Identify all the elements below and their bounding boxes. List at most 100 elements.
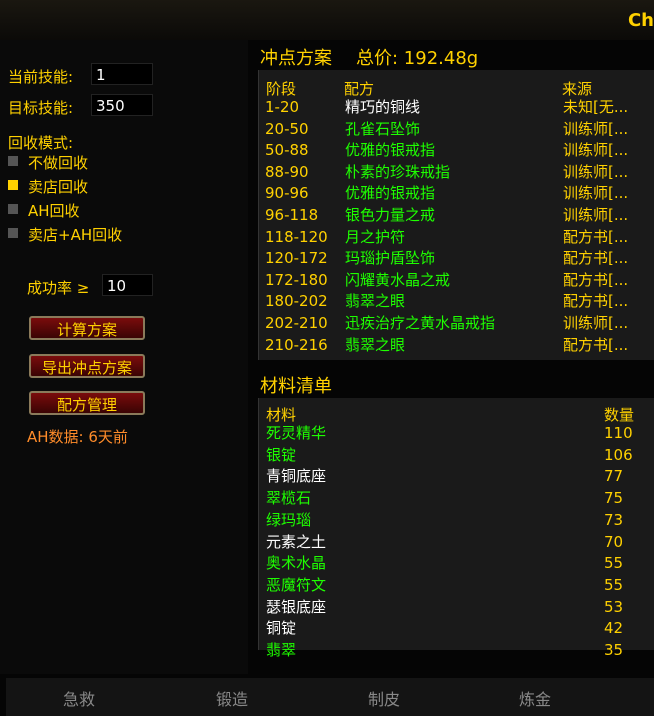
target-skill-label: 目标技能:: [8, 99, 74, 117]
plan-recipe: 翡翠之眼: [345, 292, 406, 311]
plan-row[interactable]: 118-120 月之护符 配方书[...: [265, 226, 654, 248]
material-name: 银锭: [266, 445, 297, 464]
plan-source: 训练师[...: [563, 184, 629, 203]
material-name: 元素之土: [266, 532, 327, 551]
plan-stage: 90-96: [265, 184, 309, 203]
plan-source: 训练师[...: [563, 206, 629, 224]
material-qty: 55: [604, 575, 624, 594]
material-row[interactable]: 元素之土 70: [266, 531, 654, 553]
calculate-plan-button[interactable]: 计算方案: [29, 316, 145, 340]
recycle-option-label: 卖店+AH回收: [28, 226, 123, 244]
plan-source: 配方书[...: [563, 227, 629, 246]
material-name: 绿玛瑙: [266, 510, 312, 529]
plan-recipe: 精巧的铜线: [345, 98, 421, 116]
material-qty: 75: [604, 489, 624, 508]
current-skill-label: 当前技能:: [8, 68, 74, 86]
material-qty: 35: [604, 641, 624, 659]
radio-box-icon[interactable]: [8, 180, 18, 190]
recycle-option-label: 卖店回收: [28, 178, 89, 196]
material-name: 恶魔符文: [266, 575, 327, 594]
target-skill-input[interactable]: 350: [91, 94, 153, 116]
material-row[interactable]: 瑟银底座 53: [266, 596, 654, 618]
material-qty: 77: [604, 467, 624, 486]
plan-stage: 120-172: [265, 249, 328, 268]
plan-recipe: 优雅的银戒指: [345, 141, 436, 160]
plan-stage: 50-88: [265, 141, 309, 160]
plan-source: 训练师[...: [563, 314, 629, 332]
material-name: 青铜底座: [266, 467, 327, 486]
plan-recipe: 迅疾治疗之黄水晶戒指: [345, 314, 496, 332]
material-row[interactable]: 翡翠 35: [266, 639, 654, 661]
plan-source: 训练师[...: [563, 141, 629, 160]
plan-source: 配方书[...: [563, 249, 629, 268]
success-rate-input[interactable]: 10: [102, 274, 153, 296]
plan-recipe: 玛瑙护盾坠饰: [345, 249, 436, 268]
plan-title: 冲点方案: [260, 48, 332, 69]
plan-row[interactable]: 210-216 翡翠之眼 配方书[...: [265, 334, 654, 356]
profession-tab[interactable]: 制皮: [368, 686, 400, 710]
plan-source: 训练师[...: [563, 162, 629, 181]
recipe-manage-button[interactable]: 配方管理: [29, 391, 145, 415]
material-name: 奥术水晶: [266, 554, 327, 573]
plan-stage: 210-216: [265, 335, 328, 354]
plan-source: 配方书[...: [563, 270, 629, 289]
material-name: 瑟银底座: [266, 597, 327, 616]
plan-header: 冲点方案 总价: 192.48g: [260, 44, 478, 70]
recycle-option-label: AH回收: [28, 202, 80, 220]
profession-tab[interactable]: 炼金: [519, 686, 551, 710]
materials-title: 材料清单: [260, 376, 332, 397]
profession-tab[interactable]: 急救: [63, 686, 95, 710]
export-plan-button[interactable]: 导出冲点方案: [29, 354, 145, 378]
material-row[interactable]: 奥术水晶 55: [266, 552, 654, 574]
material-name: 翠榄石: [266, 489, 312, 508]
plan-source: 配方书[...: [563, 335, 629, 354]
plan-recipe: 翡翠之眼: [345, 335, 406, 354]
material-row[interactable]: 翠榄石 75: [266, 487, 654, 509]
plan-stage: 88-90: [265, 162, 309, 181]
plan-row[interactable]: 180-202 翡翠之眼 配方书[...: [265, 290, 654, 312]
plan-stage: 20-50: [265, 119, 309, 138]
plan-recipe: 月之护符: [345, 227, 406, 246]
material-qty: 55: [604, 554, 624, 573]
plan-row[interactable]: 172-180 闪耀黄水晶之戒 配方书[...: [265, 269, 654, 291]
plan-total-price: 总价: 192.48g: [356, 48, 479, 69]
material-qty: 53: [604, 597, 624, 616]
title-bar: Ch: [0, 0, 654, 40]
material-qty: 110: [604, 424, 633, 442]
plan-row[interactable]: 50-88 优雅的银戒指 训练师[...: [265, 139, 654, 161]
plan-row[interactable]: 1-20 精巧的铜线 未知[无...: [265, 96, 654, 118]
material-row[interactable]: 绿玛瑙 73: [266, 509, 654, 531]
plan-row[interactable]: 202-210 迅疾治疗之黄水晶戒指 训练师[...: [265, 312, 654, 334]
plan-stage: 1-20: [265, 98, 300, 116]
material-name: 死灵精华: [266, 424, 327, 442]
plan-row[interactable]: 96-118 银色力量之戒 训练师[...: [265, 204, 654, 226]
plan-stage: 180-202: [265, 292, 328, 311]
material-qty: 70: [604, 532, 624, 551]
plan-recipe: 优雅的银戒指: [345, 184, 436, 203]
material-row[interactable]: 青铜底座 77: [266, 465, 654, 487]
plan-row[interactable]: 20-50 孔雀石坠饰 训练师[...: [265, 118, 654, 140]
material-row[interactable]: 银锭 106: [266, 444, 654, 466]
plan-recipe: 银色力量之戒: [345, 206, 436, 224]
radio-box-icon[interactable]: [8, 228, 18, 238]
profession-tab[interactable]: 锻造: [216, 686, 248, 710]
material-row[interactable]: 铜锭 42: [266, 617, 654, 639]
plan-stage: 172-180: [265, 270, 328, 289]
plan-row[interactable]: 90-96 优雅的银戒指 训练师[...: [265, 182, 654, 204]
plan-row[interactable]: 120-172 玛瑙护盾坠饰 配方书[...: [265, 247, 654, 269]
material-qty: 73: [604, 510, 624, 529]
profession-tabs: [6, 678, 654, 716]
material-row[interactable]: 恶魔符文 55: [266, 574, 654, 596]
radio-box-icon[interactable]: [8, 156, 18, 166]
plan-stage: 118-120: [265, 227, 328, 246]
plan-stage: 96-118: [265, 206, 319, 224]
current-skill-input[interactable]: 1: [91, 63, 153, 85]
plan-recipe: 孔雀石坠饰: [345, 119, 421, 138]
plan-recipe: 朴素的珍珠戒指: [345, 162, 451, 181]
plan-stage: 202-210: [265, 314, 328, 332]
window-title: Ch: [627, 10, 654, 31]
plan-row[interactable]: 88-90 朴素的珍珠戒指 训练师[...: [265, 161, 654, 183]
recycle-option-label: 不做回收: [28, 154, 89, 172]
radio-box-icon[interactable]: [8, 204, 18, 214]
material-row[interactable]: 死灵精华 110: [266, 422, 654, 444]
